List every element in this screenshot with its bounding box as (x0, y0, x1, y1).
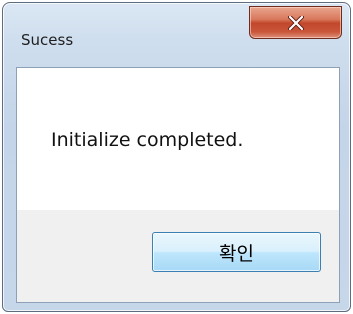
close-button[interactable] (249, 6, 342, 39)
close-icon (287, 15, 304, 30)
dialog-message: Initialize completed. (51, 129, 244, 151)
ok-button[interactable]: 확인 (152, 232, 321, 272)
dialog-content: Initialize completed. 확인 (16, 67, 340, 303)
dialog-window: Sucess Initialize completed. 확인 (2, 2, 351, 312)
dialog-title: Sucess (21, 31, 74, 49)
button-bar: 확인 (17, 210, 339, 302)
